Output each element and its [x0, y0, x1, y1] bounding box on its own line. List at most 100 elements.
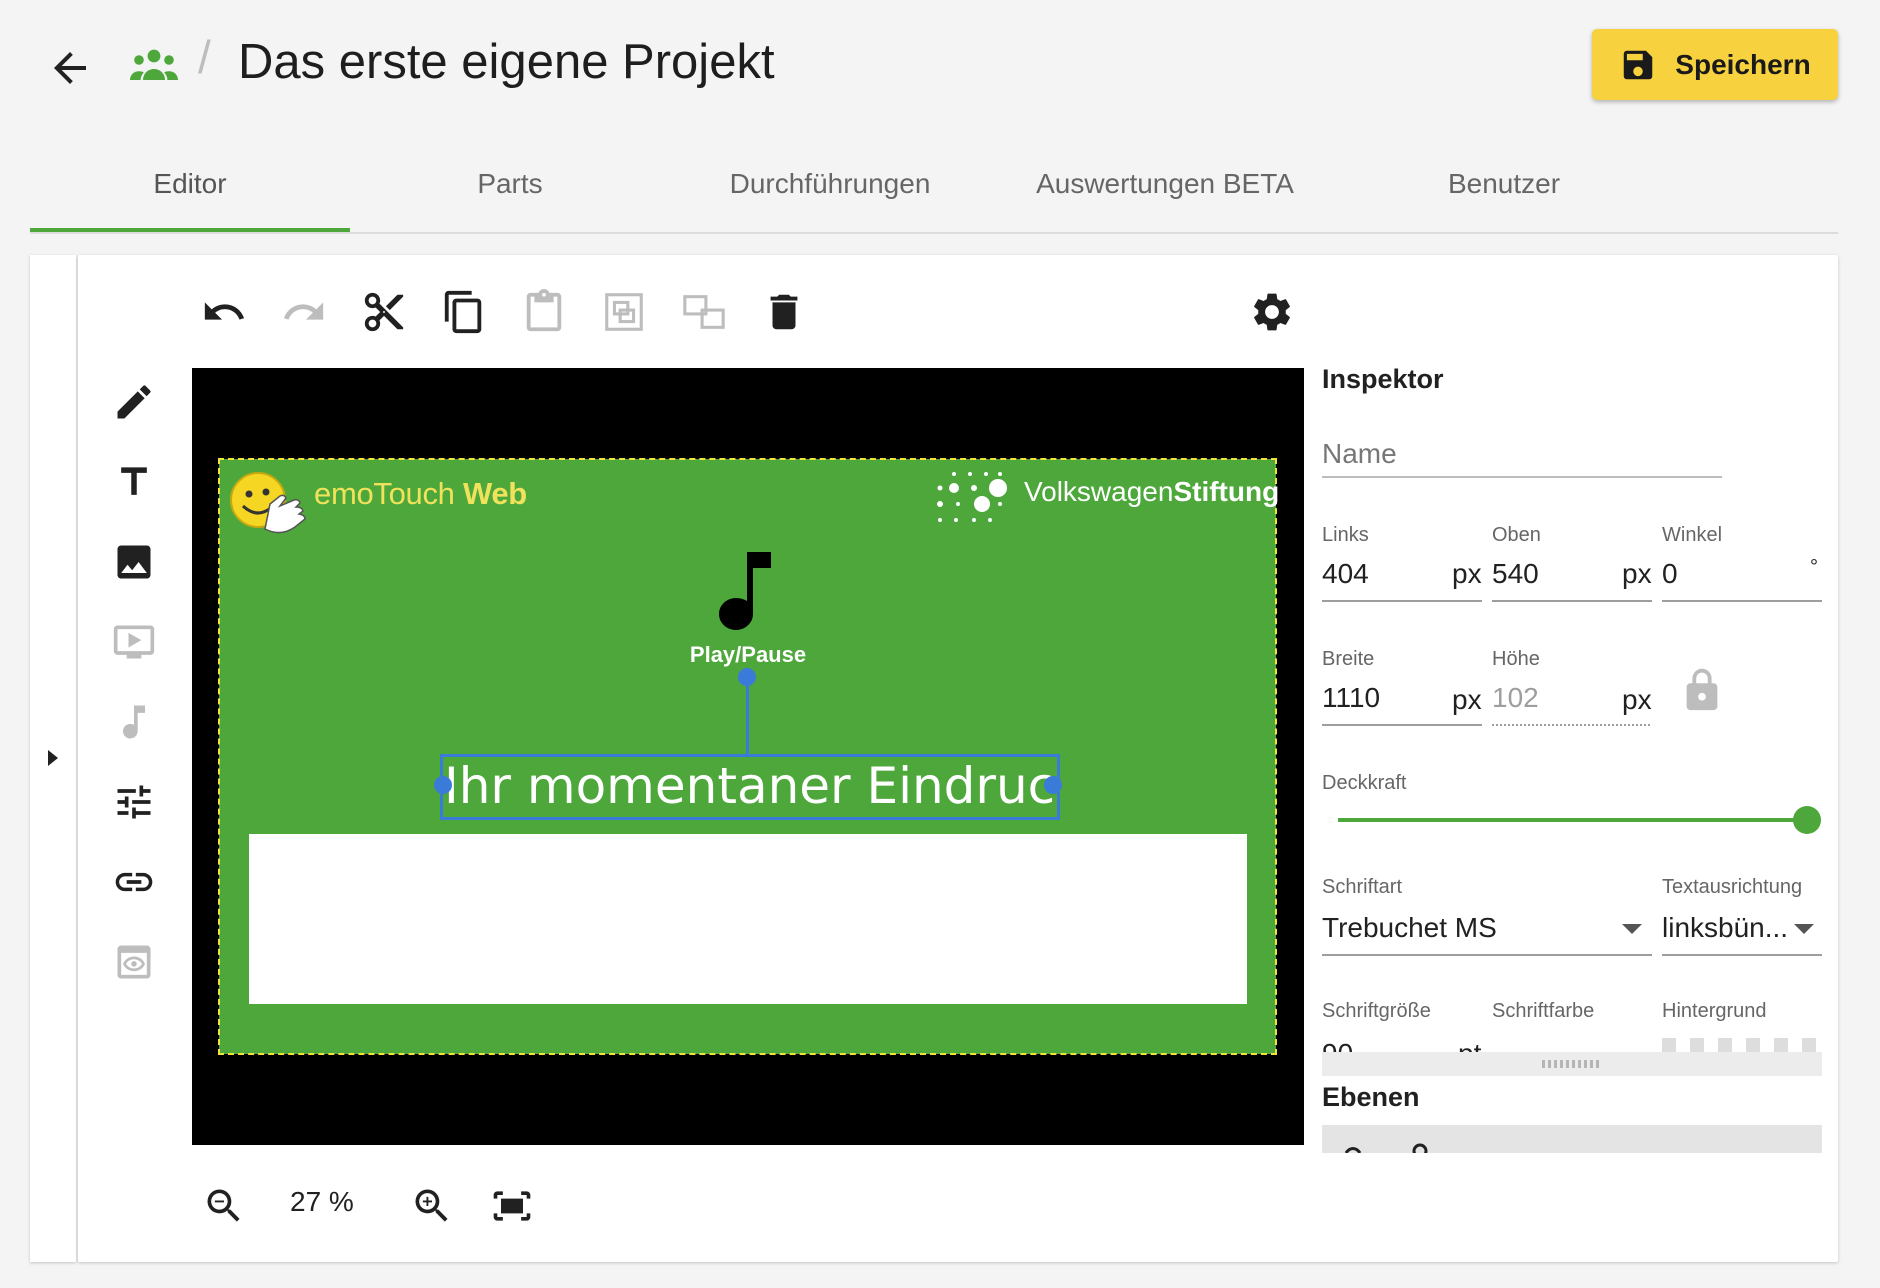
cut-icon [364, 292, 404, 332]
schriftfarbe-label: Schriftfarbe [1492, 1000, 1595, 1022]
people-group-icon[interactable] [128, 46, 180, 82]
music-note-icon [123, 705, 145, 739]
tab-editor[interactable]: Editor [30, 166, 350, 230]
textausrichtung-select[interactable]: linksbün... [1662, 912, 1788, 944]
page-title: Das erste eigene Projekt [238, 35, 775, 89]
tab-benutzer[interactable]: Benutzer [1344, 166, 1664, 230]
tabs-divider [30, 232, 1838, 234]
link-tool[interactable] [106, 854, 162, 910]
links-label: Links [1322, 524, 1369, 546]
smiley-hand-icon [230, 472, 306, 534]
undo-button[interactable] [196, 284, 252, 340]
emotouch-logo-word: emoTouch [314, 476, 455, 511]
breite-underline [1322, 724, 1482, 726]
deckkraft-slider-thumb[interactable] [1793, 806, 1821, 834]
preview-icon [117, 945, 151, 979]
back-button[interactable] [46, 44, 94, 92]
schriftgroesse-field[interactable]: 90 [1322, 1038, 1353, 1052]
layers-title: Ebenen [1322, 1082, 1420, 1112]
name-input[interactable] [1322, 432, 1722, 478]
emotouch-logo-bold: Web [462, 476, 527, 511]
hoehe-field[interactable]: 102 [1492, 682, 1539, 714]
zoom-in-button[interactable] [404, 1178, 460, 1234]
settings-button[interactable] [1244, 284, 1300, 340]
active-tab-indicator [30, 228, 350, 232]
rating-box-element[interactable] [249, 834, 1247, 1004]
links-field[interactable]: 404 [1322, 558, 1369, 590]
video-icon [113, 625, 155, 659]
breite-label: Breite [1322, 648, 1375, 670]
image-tool[interactable] [106, 534, 162, 590]
save-button[interactable]: Speichern [1592, 29, 1838, 100]
video-tool[interactable] [106, 614, 162, 670]
group-button[interactable] [596, 284, 652, 340]
delete-button[interactable] [756, 284, 812, 340]
zoom-level: 27 % [290, 1186, 354, 1217]
floppy-disk-icon [1624, 50, 1653, 79]
schriftart-select[interactable]: Trebuchet MS [1322, 912, 1497, 944]
rotation-handle[interactable] [738, 668, 756, 686]
winkel-unit: ° [1810, 556, 1818, 578]
expand-sidebar-icon[interactable] [44, 746, 62, 770]
hoehe-unit: px [1622, 684, 1652, 715]
pencil-icon [117, 385, 151, 419]
lock-icon [1686, 668, 1718, 711]
deckkraft-label: Deckkraft [1322, 772, 1407, 794]
tab-parts[interactable]: Parts [350, 166, 670, 230]
oben-field[interactable]: 540 [1492, 558, 1539, 590]
text-tool[interactable] [106, 454, 162, 510]
link-icon [115, 872, 153, 892]
cut-button[interactable] [356, 284, 412, 340]
vw-logo-bold: Stiftung [1173, 476, 1280, 507]
redo-icon [283, 302, 324, 320]
slider-tool[interactable] [106, 774, 162, 830]
pencil-tool[interactable] [106, 374, 162, 430]
hintergrund-label: Hintergrund [1662, 1000, 1767, 1022]
breite-field[interactable]: 1110 [1322, 682, 1380, 714]
audio-element[interactable] [715, 548, 779, 632]
redo-button[interactable] [276, 284, 332, 340]
undo-icon [204, 302, 245, 320]
zoom-out-icon [207, 1189, 240, 1222]
zoom-out-button[interactable] [196, 1178, 252, 1234]
selection-frame [440, 754, 1060, 820]
vw-stiftung-logo-mark [930, 468, 1010, 538]
audio-tool[interactable] [106, 694, 162, 750]
schriftart-dropdown-icon[interactable] [1622, 924, 1642, 934]
tab-auswertungen[interactable]: Auswertungen BETA [990, 166, 1340, 230]
textausrichtung-label: Textausrichtung [1662, 876, 1803, 898]
aspect-lock-button[interactable] [1682, 664, 1722, 714]
fit-screen-button[interactable] [484, 1178, 540, 1234]
resize-handle-left[interactable] [434, 776, 452, 794]
sliders-icon [117, 785, 151, 819]
breite-unit: px [1452, 684, 1482, 715]
gear-icon [1254, 293, 1290, 331]
winkel-field[interactable]: 0 [1662, 558, 1678, 590]
hintergrund-color-swatch[interactable] [1662, 1038, 1822, 1052]
schriftgroesse-unit: pt [1458, 1038, 1481, 1052]
rotation-connector [746, 676, 749, 754]
preview-tool[interactable] [106, 934, 162, 990]
winkel-label: Winkel [1662, 524, 1723, 546]
paste-button[interactable] [516, 284, 572, 340]
oben-unit: px [1622, 558, 1652, 589]
tab-durchfuehrungen[interactable]: Durchführungen [670, 166, 990, 230]
vw-stiftung-logo-text: VolkswagenStiftung [1024, 476, 1279, 508]
textausrichtung-underline [1662, 954, 1822, 956]
hoehe-underline [1492, 724, 1650, 726]
group-icon [605, 293, 643, 331]
paste-icon [526, 289, 562, 332]
vw-logo-word: Volkswagen [1024, 476, 1174, 507]
textausrichtung-dropdown-icon[interactable] [1794, 924, 1814, 934]
resize-handle-right[interactable] [1044, 776, 1062, 794]
ungroup-button[interactable] [676, 284, 732, 340]
emotouch-logo-text: emoTouch Web [314, 476, 527, 512]
play-pause-label: Play/Pause [689, 642, 807, 667]
hoehe-label: Höhe [1492, 648, 1540, 670]
panel-resize-handle[interactable] [1322, 1052, 1822, 1076]
text-icon [121, 467, 147, 495]
deckkraft-slider-track[interactable] [1338, 818, 1806, 822]
schriftart-underline [1322, 954, 1652, 956]
layers-list[interactable] [1322, 1125, 1822, 1153]
copy-button[interactable] [436, 284, 492, 340]
